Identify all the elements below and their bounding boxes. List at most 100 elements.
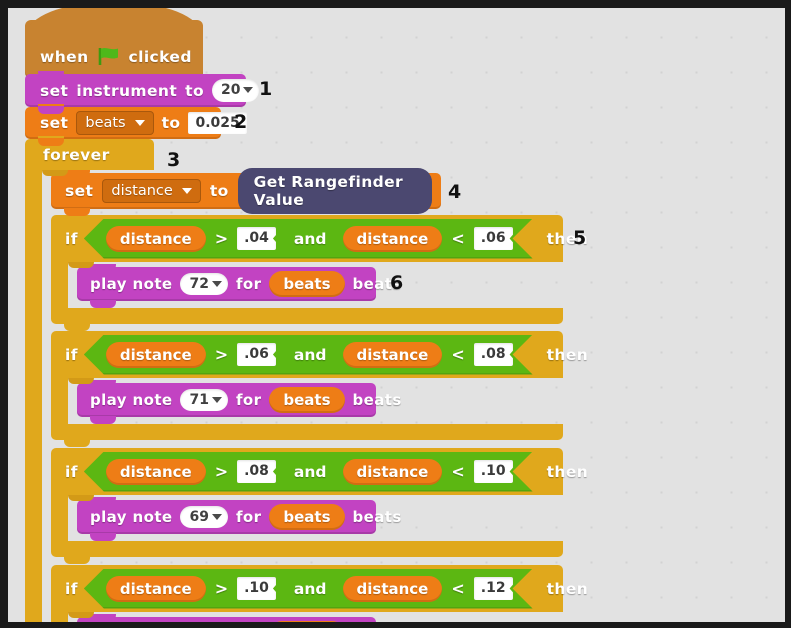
distance-variable-right-2[interactable]: distance: [343, 342, 443, 368]
threshold-high-input-1[interactable]: .06: [474, 227, 513, 250]
distance-variable-left-4[interactable]: distance: [106, 576, 206, 602]
threshold-low-input-2[interactable]: .06: [237, 343, 276, 366]
play-note-label: play note: [90, 508, 173, 526]
then-label: then: [546, 462, 589, 481]
note-dropdown-2[interactable]: 71: [180, 388, 228, 412]
operator-symbol-lt-3: <: [451, 462, 465, 481]
if-label: if: [65, 229, 78, 248]
distance-variable-right-3[interactable]: distance: [343, 459, 443, 485]
and-label-1: and: [293, 229, 327, 248]
for-label: for: [235, 508, 262, 526]
chevron-down-icon: [181, 188, 192, 194]
beats-variable-reporter-1[interactable]: beats: [269, 271, 345, 297]
threshold-low-input-3[interactable]: .08: [237, 460, 276, 483]
less-than-operator-1[interactable]: distance < .06: [333, 222, 525, 256]
note-dropdown-3[interactable]: 69: [180, 505, 228, 529]
distance-variable-left-3[interactable]: distance: [106, 459, 206, 485]
and-label-4: and: [293, 579, 327, 598]
chevron-down-icon: [211, 513, 222, 520]
chevron-down-icon: [243, 87, 254, 94]
greater-than-operator-3[interactable]: distance > .08: [96, 455, 288, 489]
greater-than-operator-4[interactable]: distance > .10: [96, 572, 288, 606]
threshold-high-input-2[interactable]: .08: [474, 343, 513, 366]
set-label: set: [65, 182, 94, 200]
annotation-1: 1: [259, 78, 273, 100]
play-note-block-1[interactable]: play note 72 for beats beats: [77, 264, 401, 308]
if-footer-2: [51, 424, 563, 447]
note-dropdown-1[interactable]: 72: [180, 272, 228, 296]
operator-symbol-gt-3: >: [214, 462, 229, 481]
then-label: then: [546, 579, 589, 598]
distance-variable-right-1[interactable]: distance: [343, 226, 443, 252]
greater-than-operator-2[interactable]: distance > .06: [96, 338, 288, 372]
set-instrument-block[interactable]: set instrument to 20: [25, 71, 260, 114]
then-label: then: [546, 345, 589, 364]
forever-inner-notch: [42, 170, 68, 176]
and-operator-1[interactable]: distance > .04 and distance < .06: [84, 219, 533, 259]
for-label: for: [235, 275, 262, 293]
annotation-4: 4: [448, 181, 462, 203]
play-note-block-2[interactable]: play note 71 for beats beats: [77, 380, 401, 424]
operator-symbol-gt-4: >: [214, 579, 229, 598]
set-label: set: [40, 81, 69, 100]
to-label: to: [185, 81, 204, 100]
beats-label: beats: [352, 391, 402, 409]
to-label: to: [161, 114, 181, 132]
if-inner-notch-3: [68, 495, 94, 501]
instrument-value-dropdown[interactable]: 20: [212, 79, 260, 102]
distance-variable-left-1[interactable]: distance: [106, 226, 206, 252]
greater-than-operator-1[interactable]: distance > .04: [96, 222, 288, 256]
if-inner-notch-4: [68, 612, 94, 618]
play-note-label: play note: [90, 391, 173, 409]
threshold-low-input-4[interactable]: .10: [237, 577, 276, 600]
beats-variable-reporter-2[interactable]: beats: [269, 387, 345, 413]
operator-symbol-gt-1: >: [214, 229, 229, 248]
threshold-low-input-1[interactable]: .04: [237, 227, 276, 250]
and-operator-4[interactable]: distance > .10 and distance < .12: [84, 569, 533, 609]
set-label: set: [40, 114, 69, 132]
if-inner-notch-2: [68, 378, 94, 384]
if-header-2[interactable]: if distance > .06 and distance < .08 the…: [51, 331, 588, 378]
forever-left-arm: [25, 170, 42, 622]
note-value-2: 71: [189, 391, 209, 408]
threshold-high-input-3[interactable]: .10: [474, 460, 513, 483]
when-flag-clicked-block[interactable]: when clicked: [25, 8, 203, 78]
beats-variable-dropdown[interactable]: beats: [76, 111, 154, 135]
if-left-arm-3: [51, 495, 68, 541]
block-editor-canvas[interactable]: when clicked set instrument to 20 1 set …: [8, 8, 785, 622]
green-flag-icon: [98, 47, 120, 66]
annotation-5: 5: [573, 227, 587, 249]
if-label: if: [65, 345, 78, 364]
play-note-block-4[interactable]: play note 67 for beats beats: [77, 614, 376, 622]
if-header-3[interactable]: if distance > .08 and distance < .10 the…: [51, 448, 588, 495]
distance-variable-left-2[interactable]: distance: [106, 342, 206, 368]
beats-variable-reporter-3[interactable]: beats: [269, 504, 345, 530]
operator-symbol-lt-1: <: [451, 229, 465, 248]
distance-variable-dropdown[interactable]: distance: [102, 179, 201, 203]
less-than-operator-3[interactable]: distance < .10: [333, 455, 525, 489]
distance-variable-right-4[interactable]: distance: [343, 576, 443, 602]
when-label: when: [40, 48, 89, 66]
if-label: if: [65, 579, 78, 598]
if-inner-notch-1: [68, 262, 94, 268]
if-left-arm-1: [51, 262, 68, 308]
and-operator-2[interactable]: distance > .06 and distance < .08: [84, 335, 533, 375]
for-label: for: [235, 391, 262, 409]
and-operator-3[interactable]: distance > .08 and distance < .10: [84, 452, 533, 492]
forever-label: forever: [43, 145, 110, 164]
beats-variable-reporter-4[interactable]: beats: [269, 621, 345, 622]
if-header-1[interactable]: if distance > .04 and distance < .06 the…: [51, 215, 588, 262]
beats-variable-name: beats: [85, 115, 126, 131]
and-label-3: and: [293, 462, 327, 481]
operator-symbol-lt-4: <: [451, 579, 465, 598]
threshold-high-input-4[interactable]: .12: [474, 577, 513, 600]
get-rangefinder-value-reporter[interactable]: Get Rangefinder Value: [237, 168, 432, 214]
if-footer-3: [51, 541, 563, 564]
if-header-4[interactable]: if distance > .10 and distance < .12 the…: [51, 565, 588, 612]
less-than-operator-2[interactable]: distance < .08: [333, 338, 525, 372]
set-distance-block[interactable]: set distance to Get Rangefinder Value: [51, 168, 441, 216]
note-value-1: 72: [189, 275, 209, 292]
play-note-block-3[interactable]: play note 69 for beats beats: [77, 497, 401, 541]
annotation-6: 6: [390, 272, 404, 294]
less-than-operator-4[interactable]: distance < .12: [333, 572, 525, 606]
